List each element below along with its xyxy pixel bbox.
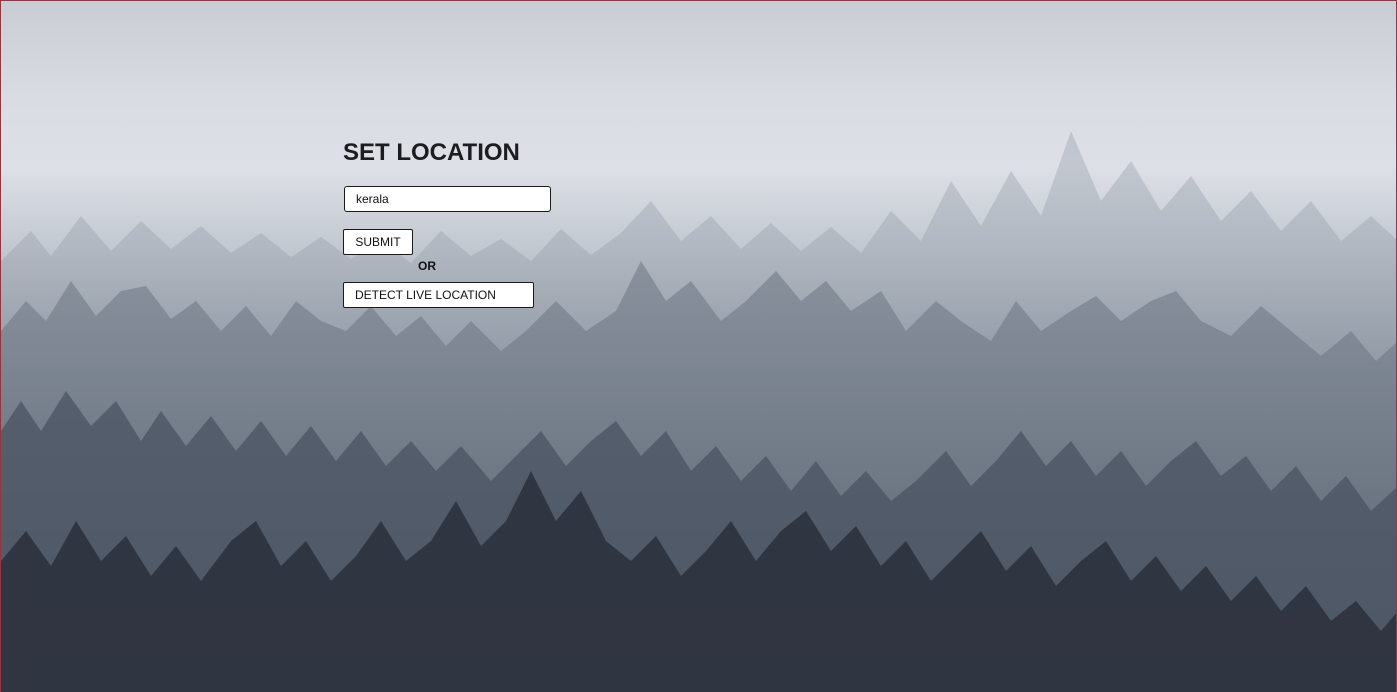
page-title: SET LOCATION	[343, 139, 520, 166]
submit-button[interactable]: SUBMIT	[343, 229, 413, 255]
forest-silhouette-image	[1, 131, 1396, 692]
location-input[interactable]	[344, 186, 551, 212]
set-location-panel: SET LOCATION SUBMIT OR DETECT LIVE LOCAT…	[343, 139, 603, 308]
page-frame: SET LOCATION SUBMIT OR DETECT LIVE LOCAT…	[0, 0, 1397, 692]
or-separator: OR	[418, 259, 436, 273]
detect-live-location-button[interactable]: DETECT LIVE LOCATION	[343, 282, 534, 308]
